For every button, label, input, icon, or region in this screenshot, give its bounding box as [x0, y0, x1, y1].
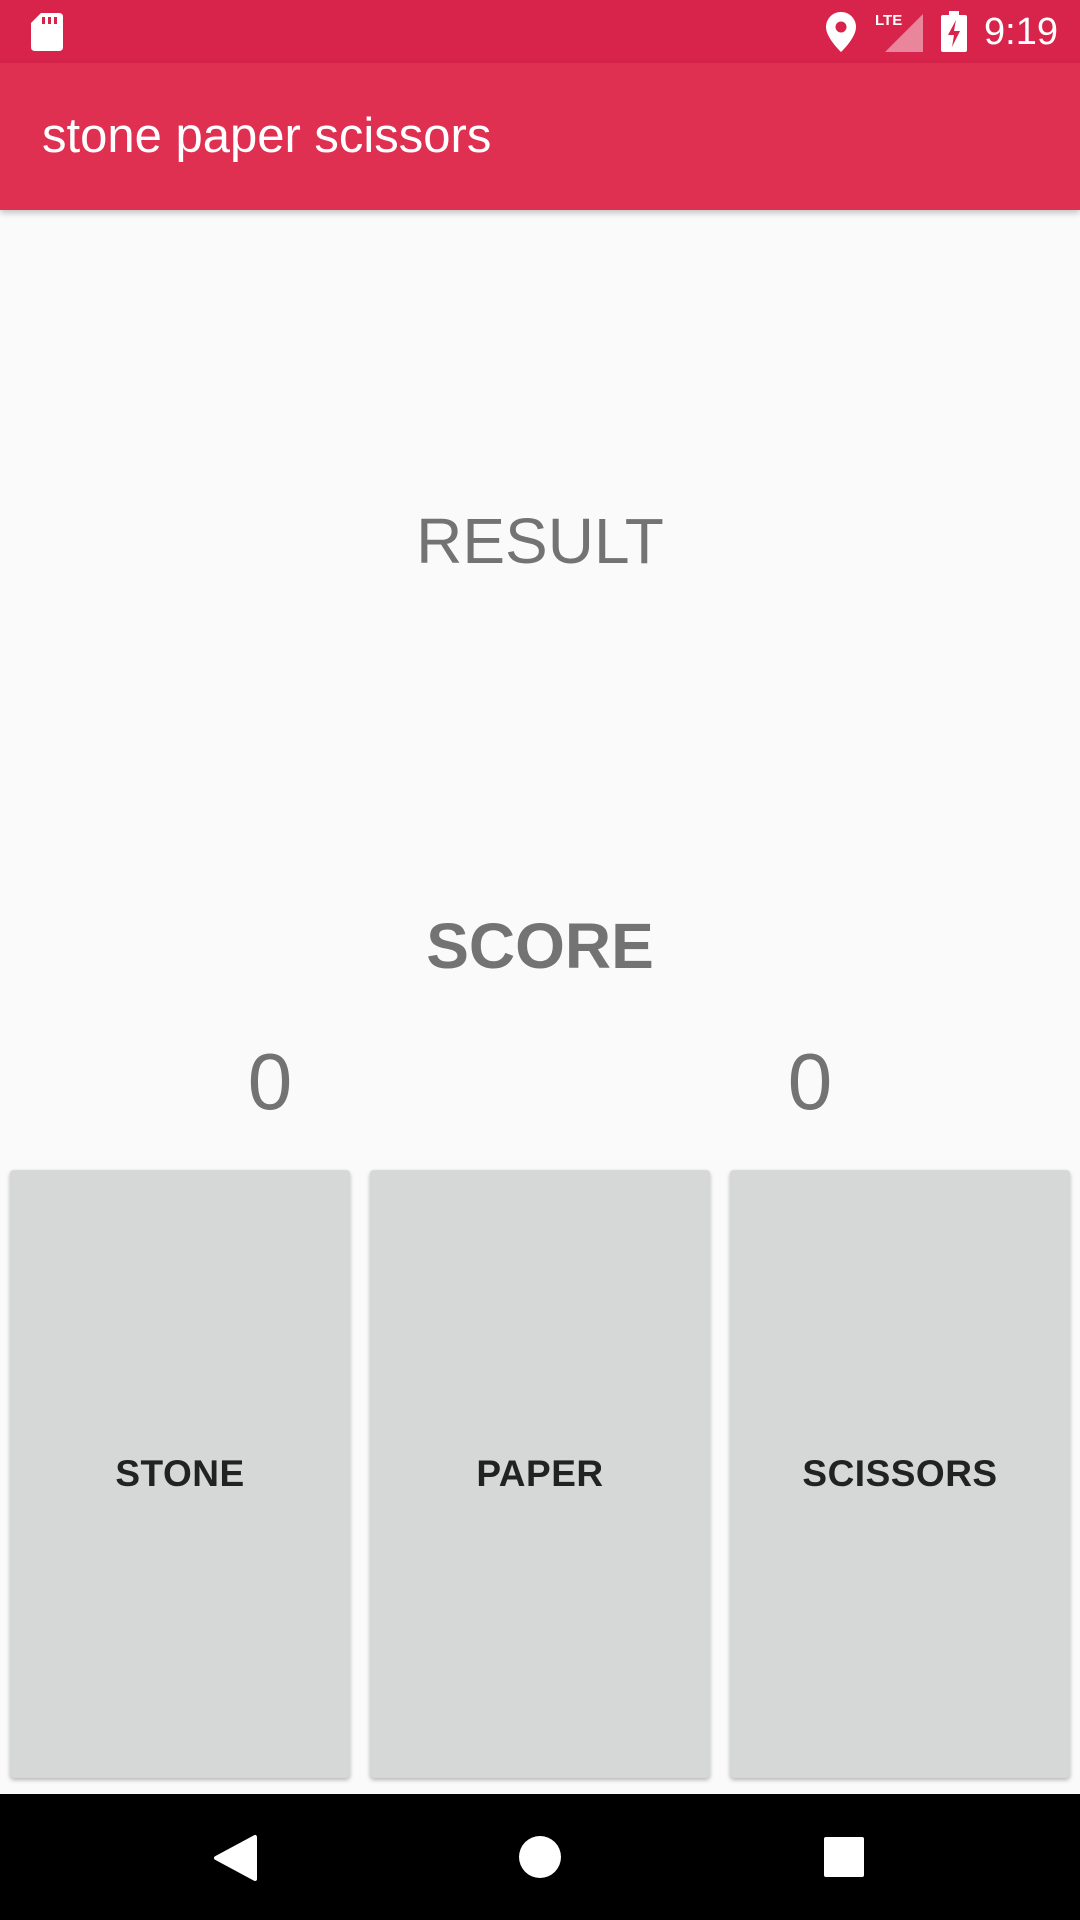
screen: LTE 9:19 stone paper scissors RESULT SCO… [0, 0, 1080, 1920]
status-clock: 9:19 [984, 11, 1058, 53]
stone-button[interactable]: STONE [10, 1170, 350, 1778]
app-bar: stone paper scissors [0, 63, 1080, 210]
score-title: SCORE [426, 910, 654, 982]
lte-signal-icon: LTE [875, 12, 923, 52]
sd-card-icon [31, 13, 63, 51]
lte-label: LTE [875, 12, 902, 29]
status-bar: LTE 9:19 [0, 0, 1080, 63]
battery-charging-icon [941, 11, 967, 52]
computer-score: 0 [787, 1037, 833, 1126]
result-text: RESULT [416, 505, 664, 577]
back-icon[interactable] [213, 1834, 257, 1882]
recents-icon[interactable] [823, 1836, 865, 1878]
location-icon [826, 12, 856, 52]
paper-button[interactable]: PAPER [370, 1170, 710, 1778]
player-score: 0 [247, 1037, 293, 1126]
home-icon[interactable] [518, 1835, 562, 1879]
scissors-button[interactable]: SCISSORS [730, 1170, 1070, 1778]
navigation-bar [0, 1794, 1080, 1920]
app-title: stone paper scissors [42, 109, 492, 163]
